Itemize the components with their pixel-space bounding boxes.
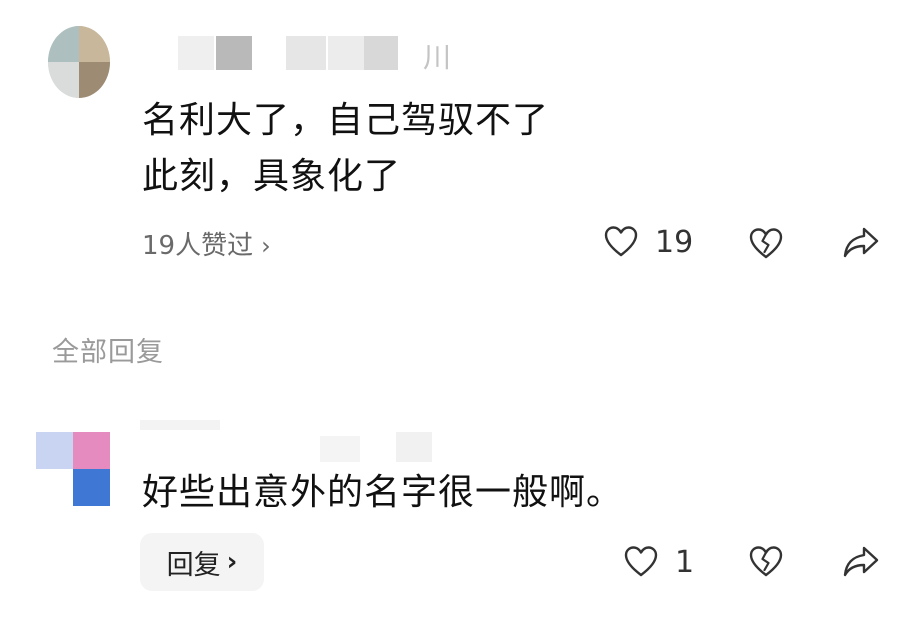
comment-text[interactable]: 名利大了，自己驾驭不了 此刻，具象化了: [142, 93, 549, 205]
username-suffix: 川: [423, 41, 454, 74]
username-redacted[interactable]: [178, 34, 418, 74]
chevron-right-icon: ›: [226, 547, 238, 577]
comment-line: 此刻，具象化了: [142, 156, 402, 197]
share-icon: [843, 227, 879, 258]
reply-button-label: 回复: [166, 549, 221, 581]
chevron-right-icon: ›: [261, 232, 271, 260]
avatar[interactable]: [36, 432, 110, 506]
avatar[interactable]: [48, 26, 110, 98]
section-title-all-replies: 全部回复: [52, 337, 164, 368]
avatar-pixel: [79, 26, 110, 62]
avatar-pixel: [79, 62, 110, 98]
broken-heart-icon: [749, 228, 783, 259]
share-button[interactable]: [842, 545, 880, 579]
avatar-pixel: [73, 432, 110, 469]
dislike-button[interactable]: [748, 226, 784, 262]
username-redacted[interactable]: [140, 418, 440, 462]
like-count: 1: [675, 544, 695, 580]
heart-icon: [624, 546, 658, 577]
avatar-pixel: [73, 469, 110, 506]
dislike-button[interactable]: [748, 544, 784, 580]
like-count: 19: [655, 224, 694, 260]
likers-label: 19人赞过: [142, 231, 254, 261]
avatar-pixel: [48, 26, 79, 62]
reply-text[interactable]: 好些出意外的名字很一般啊。: [142, 465, 623, 521]
reply-button[interactable]: 回复 ›: [140, 533, 264, 591]
heart-icon: [604, 226, 638, 257]
comment-line: 名利大了，自己驾驭不了: [142, 100, 550, 141]
avatar-pixel: [36, 432, 73, 469]
likers-link[interactable]: 19人赞过 ›: [142, 225, 271, 262]
like-button[interactable]: 1: [623, 544, 694, 580]
like-button[interactable]: 19: [603, 224, 693, 260]
share-button[interactable]: [842, 226, 880, 260]
avatar-pixel: [36, 469, 73, 506]
share-icon: [843, 546, 879, 577]
avatar-pixel: [48, 62, 79, 98]
broken-heart-icon: [749, 546, 783, 577]
